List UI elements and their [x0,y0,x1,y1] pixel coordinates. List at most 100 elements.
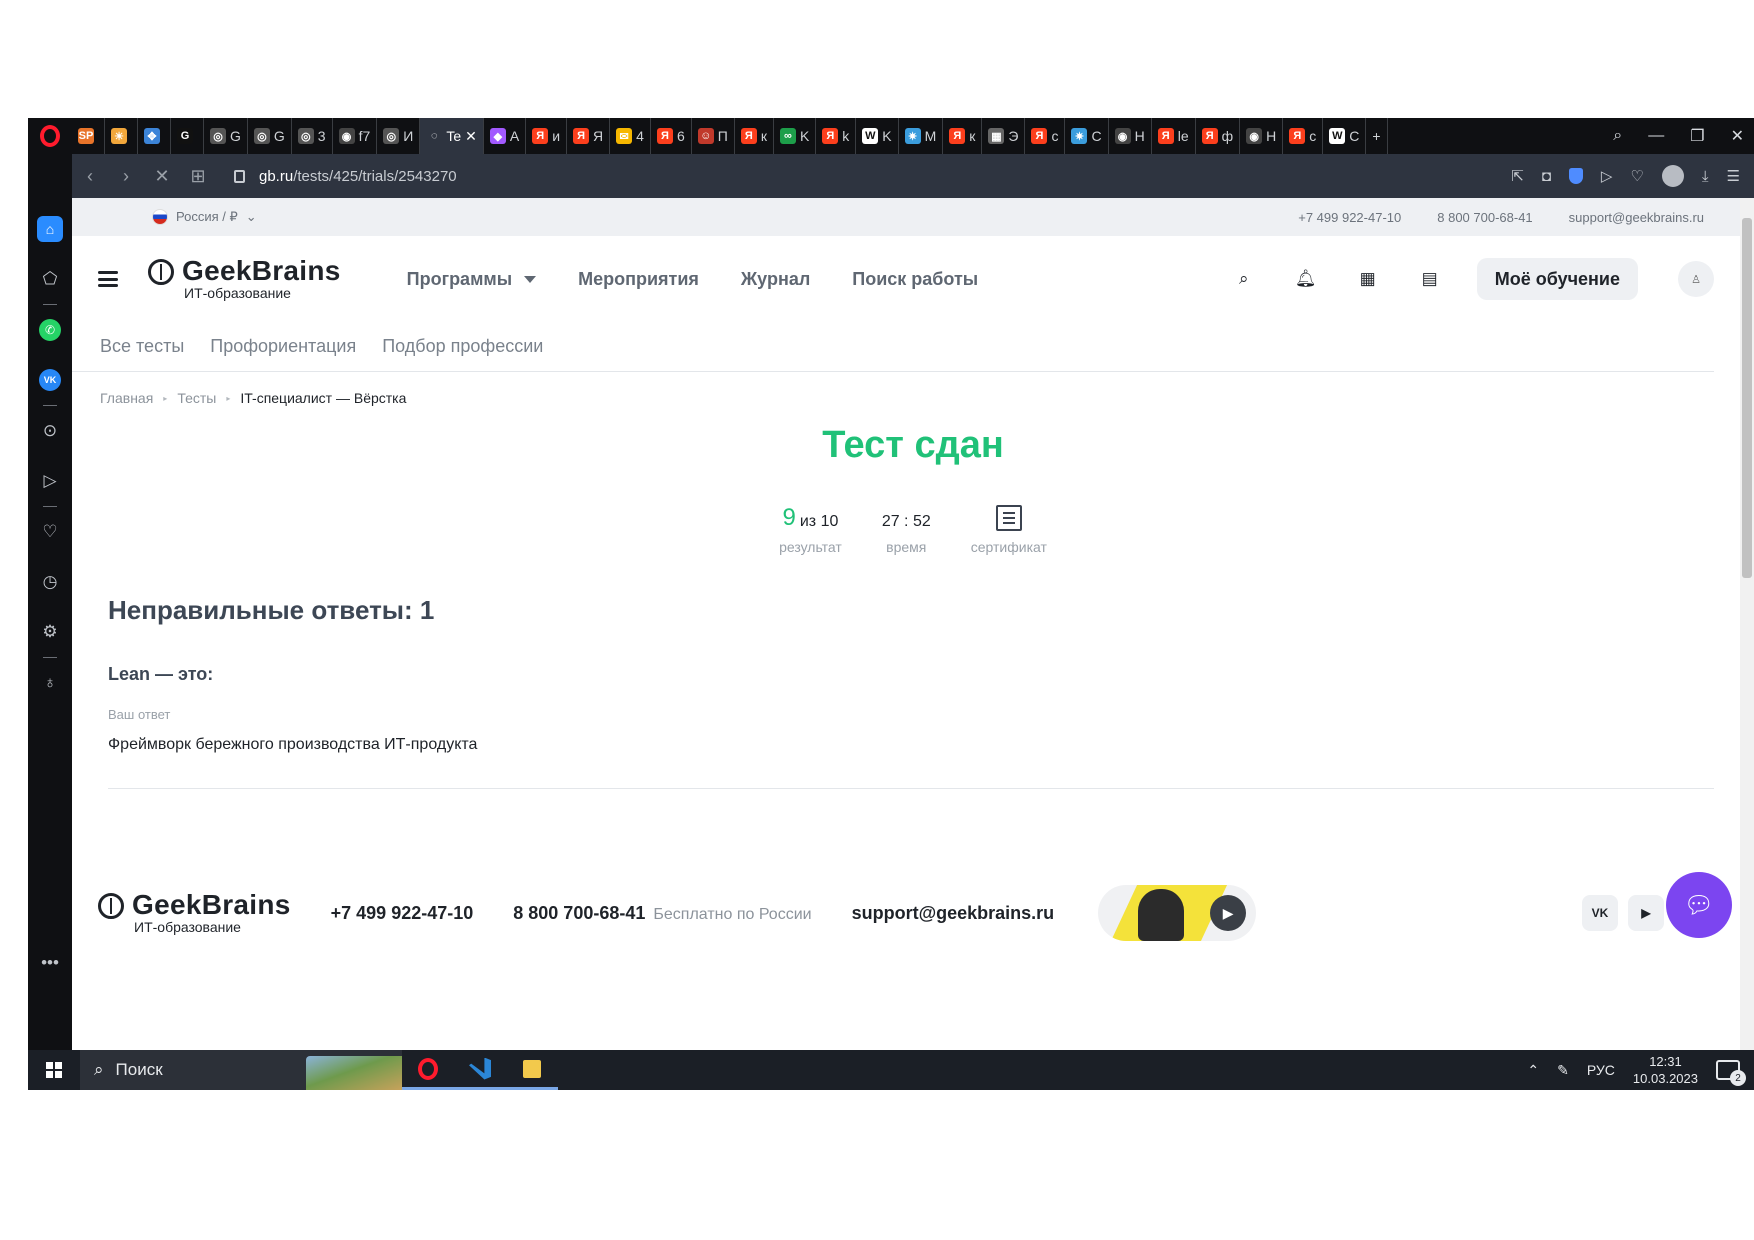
back-button[interactable]: ‹ [72,166,108,187]
vk-icon[interactable]: VK [1582,895,1618,931]
site-logo[interactable]: GeekBrains ИТ-образование [148,257,341,301]
browser-tab[interactable]: Я6 [651,118,692,154]
browser-tab[interactable]: ◎ G [204,118,248,154]
easy-setup-icon[interactable]: ☰ [1727,167,1740,185]
browser-tab[interactable]: ЯЯ [567,118,611,154]
subnav-career-guidance[interactable]: Профориентация [210,336,356,357]
breadcrumb-tests[interactable]: Тесты [177,390,216,406]
url-field[interactable]: gb.ru/tests/425/trials/2543270 [234,168,457,185]
browser-tab[interactable]: SP [72,118,105,154]
browser-tab[interactable]: ☀ [105,118,138,154]
youtube-icon[interactable]: ▶ [1628,895,1664,931]
sidebar-vk[interactable]: VK [28,355,72,405]
taskbar-opera[interactable] [402,1050,454,1090]
taskbar-vscode[interactable] [454,1050,506,1090]
profile-avatar[interactable] [1661,165,1684,187]
notifications-button[interactable]: 2 [1716,1060,1746,1086]
browser-tab[interactable]: ◉ f7 [333,118,378,154]
video-promo[interactable]: ▶ [1098,885,1257,941]
browser-tab[interactable]: ☺ П [692,118,735,154]
sidebar-bookmarks[interactable]: ♡ [28,507,72,557]
nav-journal[interactable]: Журнал [741,269,810,290]
browser-tab[interactable]: ◎ G [248,118,292,154]
region-selector[interactable]: Россия / ₽ ⌄ [152,209,257,225]
browser-tab[interactable]: Як [735,118,774,154]
browser-tab[interactable]: Яle [1152,118,1196,154]
nav-job-search[interactable]: Поиск работы [852,269,978,290]
browser-tab[interactable]: ◉ H [1109,118,1152,154]
browser-tab[interactable]: ◎ И [377,118,421,154]
sidebar-flow[interactable]: ▷ [28,456,72,506]
browser-tab[interactable]: ∞ K [774,118,817,154]
browser-tab[interactable]: ✥ [138,118,171,154]
breadcrumb-home[interactable]: Главная [100,390,153,406]
minimize-button[interactable]: — [1648,127,1664,145]
bookmark-heart-icon[interactable]: ♡ [1630,167,1643,185]
my-learning-button[interactable]: Моё обучение [1476,258,1638,300]
footer-logo[interactable]: GeekBrains ИТ-образование [98,891,291,935]
messages-icon[interactable]: ▤ [1419,268,1441,290]
vpn-shield-icon[interactable] [1568,168,1583,184]
browser-tab[interactable]: ◎ 3 [292,118,333,154]
chat-widget-button[interactable]: 💬︎ [1666,872,1732,938]
browser-tab[interactable]: G [171,118,204,154]
sidebar-workspaces[interactable]: ⬠ [28,254,72,304]
browser-tab[interactable]: ◌ Te ✕ [420,118,484,154]
stat-certificate[interactable]: сертификат [971,501,1047,555]
sidebar-more[interactable]: ••• [28,938,72,988]
taskbar-search[interactable]: ⌕ Поиск [80,1050,402,1090]
tabs-grid-icon[interactable]: ⊞ [180,166,216,187]
bell-icon[interactable]: 🔔︎ [1295,268,1317,290]
profile-avatar[interactable]: ♙ [1678,261,1714,297]
scrollbar-thumb[interactable] [1742,218,1752,578]
top-phone-2[interactable]: 8 800 700-68-41 [1437,210,1532,225]
close-window-button[interactable]: ✕ [1731,126,1744,146]
opera-menu-button[interactable] [28,118,72,154]
top-email[interactable]: support@geekbrains.ru [1569,210,1704,225]
sidebar-whatsapp[interactable]: ✆ [28,305,72,355]
taskbar-explorer[interactable] [506,1050,558,1090]
share-icon[interactable]: ⇱ [1511,167,1524,185]
browser-tab[interactable]: ✉ 4 [610,118,651,154]
browser-tab[interactable]: WC [1323,118,1367,154]
browser-tab[interactable]: ◉ H [1240,118,1284,154]
sidebar-player[interactable]: ⊙ [28,406,72,456]
new-tab-button[interactable]: + [1366,118,1388,154]
sidebar-tips[interactable]: ♁ [28,658,72,708]
snapshot-icon[interactable]: ◘ [1542,168,1551,185]
browser-tab[interactable]: ✷ M [899,118,944,154]
browser-tab[interactable]: Яс [1283,118,1324,154]
sidebar-home[interactable]: ⌂ [28,204,72,254]
browser-tab[interactable]: Яс [1025,118,1066,154]
send-icon[interactable]: ▷ [1601,167,1613,185]
menu-burger-icon[interactable] [98,271,118,287]
footer-phone-1[interactable]: +7 499 922-47-10 [331,903,474,924]
play-icon[interactable]: ▶ [1210,895,1247,931]
calendar-icon[interactable]: ▦ [1357,268,1379,290]
page-scrollbar[interactable] [1740,198,1754,1050]
input-language[interactable]: РУС [1587,1062,1615,1078]
browser-tab[interactable]: ✷ C [1065,118,1109,154]
subnav-all-tests[interactable]: Все тесты [100,336,184,357]
stop-loading-button[interactable]: ✕ [144,166,180,187]
forward-button[interactable]: › [108,166,144,187]
nav-events[interactable]: Мероприятия [578,269,699,290]
downloads-icon[interactable]: ⤓ [1702,168,1709,185]
restore-button[interactable]: ❐ [1690,126,1704,146]
sidebar-settings[interactable]: ⚙ [28,607,72,657]
tray-chevron-up-icon[interactable]: ⌃ [1527,1062,1539,1079]
nav-programs[interactable]: Программы [407,269,537,290]
footer-phone-2[interactable]: 8 800 700-68-41 Бесплатно по России [513,903,811,924]
subnav-profession-match[interactable]: Подбор профессии [382,336,543,357]
sidebar-history[interactable]: ◷ [28,557,72,607]
pen-icon[interactable]: ✎ [1557,1062,1569,1079]
start-button[interactable] [28,1050,80,1090]
browser-tab[interactable]: WK [856,118,899,154]
tab-close-icon[interactable]: ✕ [465,128,477,145]
browser-tab[interactable]: Яk [816,118,857,154]
browser-tab[interactable]: Яф [1196,118,1241,154]
footer-email[interactable]: support@geekbrains.ru [852,903,1055,924]
browser-tab[interactable]: ◆ А [484,118,527,154]
browser-tab[interactable]: Яи [526,118,568,154]
browser-tab[interactable]: ▦ Э [982,118,1026,154]
